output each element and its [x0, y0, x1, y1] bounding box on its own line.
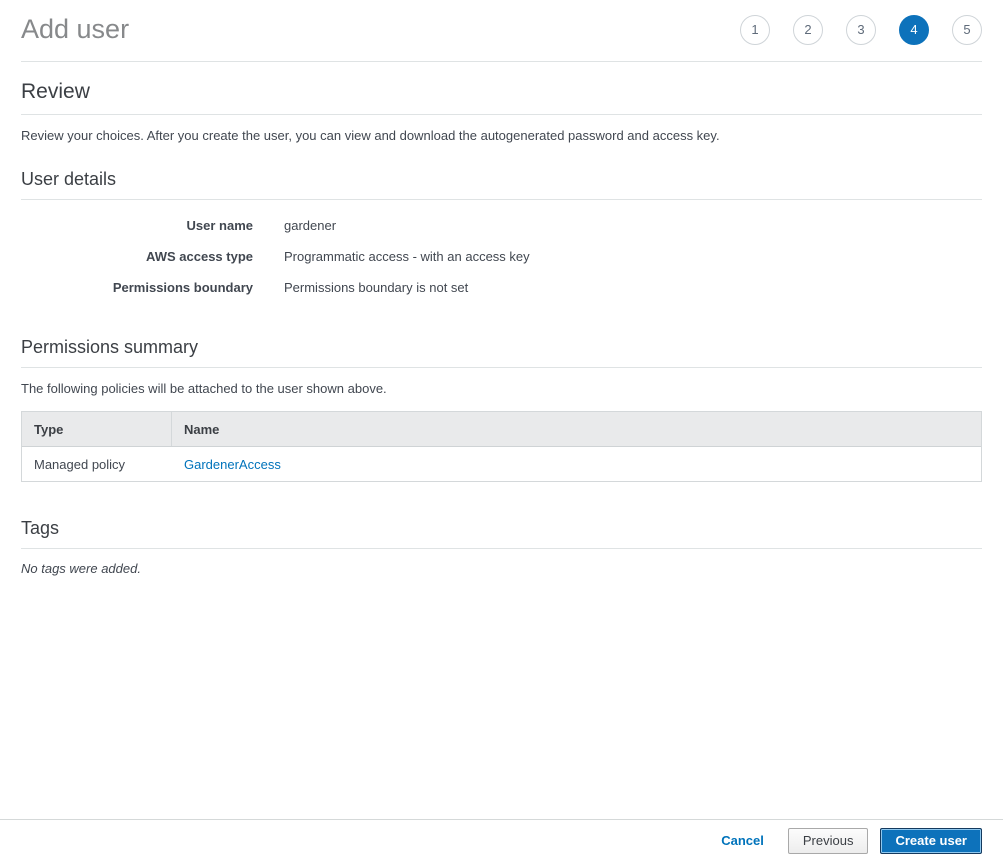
- policy-link[interactable]: GardenerAccess: [184, 457, 281, 472]
- wizard-footer: Cancel Previous Create user: [0, 819, 1003, 861]
- page-title: Add user: [21, 14, 129, 45]
- user-details-table: User name gardener AWS access type Progr…: [21, 210, 982, 303]
- cancel-link[interactable]: Cancel: [721, 833, 764, 848]
- wizard-header: Add user 1 2 3 4 5: [0, 0, 1003, 61]
- previous-button[interactable]: Previous: [788, 828, 869, 854]
- permissions-summary-description: The following policies will be attached …: [21, 381, 982, 396]
- user-name-value: gardener: [284, 218, 982, 233]
- access-type-row: AWS access type Programmatic access - wi…: [21, 241, 982, 272]
- permissions-summary-divider: [21, 367, 982, 368]
- tags-divider: [21, 548, 982, 549]
- user-details-divider: [21, 199, 982, 200]
- policies-table-header: Type Name: [22, 412, 981, 447]
- tags-heading: Tags: [21, 518, 982, 539]
- step-4-active: 4: [899, 15, 929, 45]
- step-3: 3: [846, 15, 876, 45]
- user-name-label: User name: [21, 218, 253, 233]
- column-header-type: Type: [22, 412, 172, 446]
- policy-type-cell: Managed policy: [22, 447, 172, 481]
- review-description: Review your choices. After you create th…: [21, 128, 982, 143]
- user-details-heading: User details: [21, 169, 982, 190]
- permissions-boundary-row: Permissions boundary Permissions boundar…: [21, 272, 982, 303]
- policies-table: Type Name Managed policy GardenerAccess: [21, 411, 982, 482]
- review-heading: Review: [21, 80, 982, 104]
- create-user-button[interactable]: Create user: [880, 828, 982, 854]
- user-name-row: User name gardener: [21, 210, 982, 241]
- permissions-boundary-value: Permissions boundary is not set: [284, 280, 982, 295]
- header-divider: [21, 61, 982, 62]
- access-type-label: AWS access type: [21, 249, 253, 264]
- tags-empty-text: No tags were added.: [21, 561, 982, 576]
- table-row: Managed policy GardenerAccess: [22, 447, 981, 481]
- review-divider: [21, 114, 982, 115]
- step-1: 1: [740, 15, 770, 45]
- step-2: 2: [793, 15, 823, 45]
- permissions-boundary-label: Permissions boundary: [21, 280, 253, 295]
- column-header-name: Name: [172, 412, 981, 446]
- permissions-summary-heading: Permissions summary: [21, 337, 982, 358]
- step-5: 5: [952, 15, 982, 45]
- policy-name-cell: GardenerAccess: [172, 447, 981, 481]
- access-type-value: Programmatic access - with an access key: [284, 249, 982, 264]
- step-indicator: 1 2 3 4 5: [740, 15, 982, 45]
